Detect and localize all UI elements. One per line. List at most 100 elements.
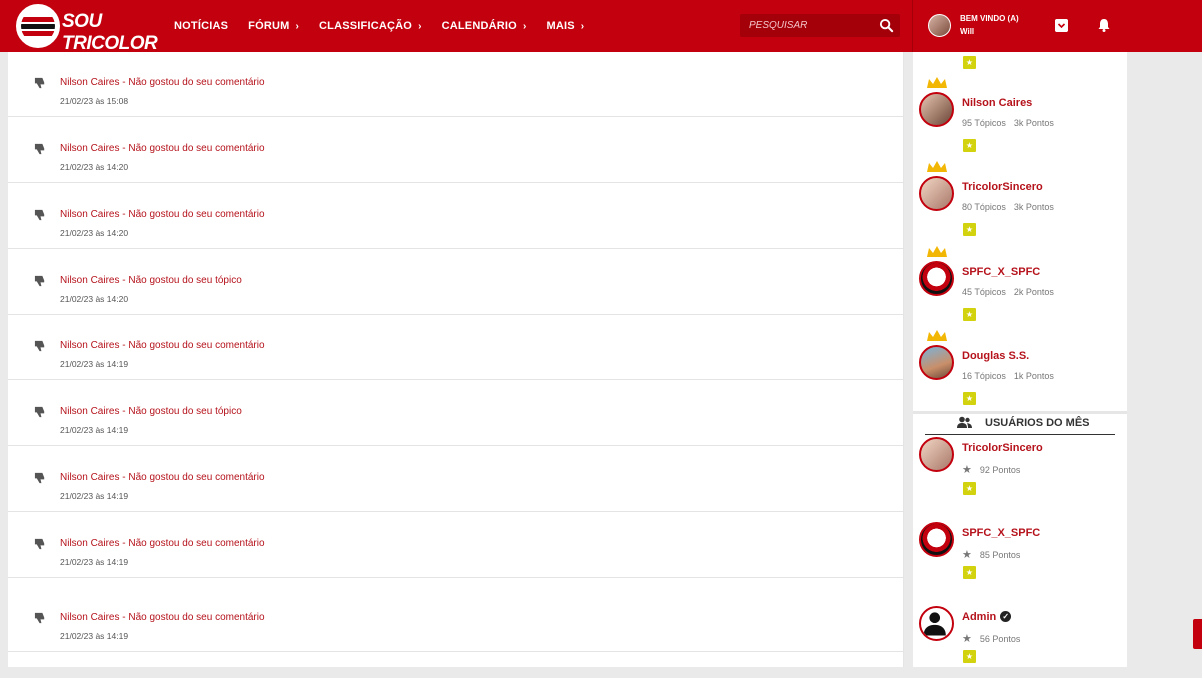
user-name-link[interactable]: Admin ✓ (962, 611, 1012, 623)
logo-emblem (16, 4, 60, 48)
thumbs-down-icon (34, 472, 45, 484)
notification-time: 21/02/23 às 14:19 (60, 359, 129, 369)
star-badge-icon: ★ (963, 223, 976, 236)
avatar[interactable] (919, 345, 954, 380)
user-name-link[interactable]: TricolorSincero (962, 181, 1043, 193)
thumbs-down-icon (34, 143, 45, 155)
search-icon[interactable] (879, 18, 894, 33)
notification-text[interactable]: Nilson Caires - Não gostou do seu coment… (60, 538, 265, 549)
notification-time: 21/02/23 às 15:08 (60, 96, 129, 106)
chevron-right-icon: › (295, 20, 300, 32)
star-badge-icon: ★ (963, 392, 976, 405)
avatar[interactable] (919, 606, 954, 641)
thumbs-down-icon (34, 538, 45, 550)
list-item[interactable]: Nilson Caires - Não gostou do seu coment… (8, 512, 904, 578)
user-stats: ★ 56 Pontos (962, 633, 1021, 645)
list-item[interactable]: Nilson Caires - Não gostou do seu coment… (8, 117, 904, 183)
main-nav: NOTÍCIAS FÓRUM › CLASSIFICAÇÃO › CALENDÁRI… (174, 0, 604, 52)
user-name-link[interactable]: Nilson Caires (962, 97, 1032, 109)
notification-text[interactable]: Nilson Caires - Não gostou do seu coment… (60, 143, 265, 154)
avatar[interactable] (919, 522, 954, 557)
list-item[interactable]: Nilson Caires - Não gostou do seu coment… (8, 183, 904, 249)
top-user-item[interactable]: Nilson Caires 95 Tópicos 3k Pontos (913, 77, 1127, 164)
avatar[interactable] (919, 437, 954, 472)
top-user-item[interactable]: TricolorSincero 80 Tópicos 3k Pontos (913, 161, 1127, 248)
user-stats: 95 Tópicos 3k Pontos (962, 118, 1054, 128)
notification-text[interactable]: Nilson Caires - Não gostou do seu coment… (60, 612, 265, 623)
list-item[interactable]: Nilson Caires - Não gostou do seu coment… (8, 314, 904, 380)
notification-time: 21/02/23 às 14:20 (60, 162, 129, 172)
user-name-link[interactable]: SPFC_X_SPFC (962, 527, 1040, 539)
thumbs-down-icon (34, 209, 45, 221)
user-name-link[interactable]: SPFC_X_SPFC (962, 266, 1040, 278)
notification-time: 21/02/23 às 14:19 (60, 557, 129, 567)
star-badge-icon: ★ (963, 482, 976, 495)
list-item[interactable]: Nilson Caires - Não gostou do seu tópico… (8, 380, 904, 446)
list-item[interactable]: Nilson Caires - Não gostou do seu coment… (8, 51, 904, 117)
thumbs-down-icon (34, 77, 45, 89)
user-name-link[interactable]: TricolorSincero (962, 442, 1043, 454)
user-stats: 16 Tópicos 1k Pontos (962, 371, 1054, 381)
chevron-right-icon: › (522, 20, 527, 32)
thumbs-down-icon (34, 340, 45, 352)
header-divider (912, 0, 913, 52)
nav-noticias[interactable]: NOTÍCIAS (174, 20, 228, 32)
crown-icon (927, 161, 947, 172)
top-user-item[interactable]: Douglas S.S. 16 Tópicos 1k Pontos (913, 330, 1127, 417)
user-name: Will (960, 27, 975, 36)
notification-text[interactable]: Nilson Caires - Não gostou do seu tópico (60, 275, 242, 286)
star-badge-icon: ★ (963, 56, 976, 69)
nav-classificacao[interactable]: CLASSIFICAÇÃO › (319, 20, 422, 32)
month-user-item[interactable]: TricolorSincero ★ 92 Pontos (913, 425, 1127, 509)
notification-time: 21/02/23 às 14:19 (60, 425, 129, 435)
user-stats: ★ 85 Pontos (962, 549, 1021, 561)
user-stats: ★ 92 Pontos (962, 464, 1021, 476)
notification-list: Nilson Caires - Não gostou do seu coment… (8, 52, 904, 667)
avatar[interactable] (919, 261, 954, 296)
avatar[interactable] (919, 176, 954, 211)
star-badge-icon: ★ (963, 650, 976, 663)
bell-icon[interactable] (1096, 17, 1112, 33)
welcome-label: BEM VINDO (A) (960, 14, 1019, 23)
nav-calendario[interactable]: CALENDÁRIO › (442, 20, 527, 32)
star-icon: ★ (962, 549, 972, 561)
star-icon: ★ (962, 464, 972, 476)
user-silhouette-icon (923, 612, 946, 636)
notification-text[interactable]: Nilson Caires - Não gostou do seu coment… (60, 340, 265, 351)
top-user-item[interactable]: SPFC_X_SPFC 45 Tópicos 2k Pontos (913, 246, 1127, 333)
search-box (740, 14, 900, 37)
avatar[interactable] (919, 92, 954, 127)
notification-time: 21/02/23 às 14:19 (60, 631, 129, 641)
month-user-item[interactable]: SPFC_X_SPFC ★ 85 Pontos (913, 510, 1127, 594)
chevron-right-icon: › (580, 20, 585, 32)
star-badge-icon: ★ (963, 566, 976, 579)
nav-mais[interactable]: MAIS › (546, 20, 584, 32)
notification-text[interactable]: Nilson Caires - Não gostou do seu coment… (60, 77, 265, 88)
user-stats: 80 Tópicos 3k Pontos (962, 202, 1054, 212)
site-header: SOU TRICOLOR NOTÍCIAS FÓRUM › CLASSIFICAÇ… (0, 0, 1202, 54)
notification-text[interactable]: Nilson Caires - Não gostou do seu coment… (60, 472, 265, 483)
star-icon: ★ (962, 633, 972, 645)
chevron-down-icon[interactable] (1055, 19, 1068, 32)
list-item[interactable]: Nilson Caires - Não gostou do seu coment… (8, 446, 904, 512)
crown-icon (927, 246, 947, 257)
thumbs-down-icon (34, 275, 45, 287)
search-input[interactable] (740, 14, 870, 37)
user-name-link[interactable]: Douglas S.S. (962, 350, 1029, 362)
list-item[interactable]: Nilson Caires - Não gostou do seu tópico… (8, 249, 904, 315)
avatar[interactable] (928, 14, 951, 37)
notification-text[interactable]: Nilson Caires - Não gostou do seu coment… (60, 209, 265, 220)
site-logo[interactable]: SOU TRICOLOR (16, 4, 158, 54)
list-item[interactable]: Nilson Caires - Não gostou do seu coment… (8, 586, 904, 652)
chevron-right-icon: › (418, 20, 422, 32)
scroll-top-tab[interactable] (1193, 619, 1202, 649)
crown-icon (927, 77, 947, 88)
crown-icon (927, 330, 947, 341)
notification-text[interactable]: Nilson Caires - Não gostou do seu tópico (60, 406, 242, 417)
nav-forum[interactable]: FÓRUM › (248, 20, 299, 32)
thumbs-down-icon (34, 612, 45, 624)
notification-time: 21/02/23 às 14:20 (60, 228, 129, 238)
notification-time: 21/02/23 às 14:20 (60, 294, 129, 304)
month-user-item[interactable]: Admin ✓ ★ 56 Pontos (913, 594, 1127, 678)
ranking-sidebar: ★ Nilson Caires 95 Tópicos 3k Pontos ★ Tr… (913, 52, 1127, 667)
